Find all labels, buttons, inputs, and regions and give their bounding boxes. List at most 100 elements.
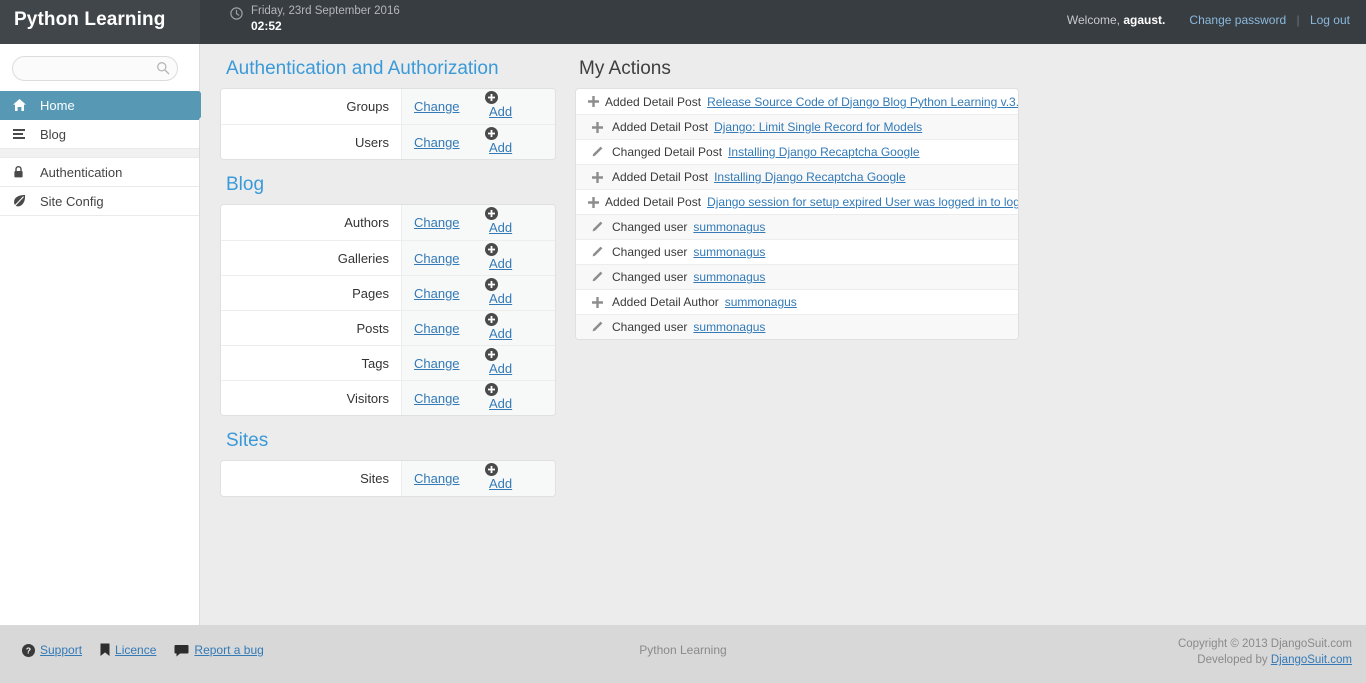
change-cell: Change <box>401 345 481 380</box>
list-icon <box>12 128 32 141</box>
sidebar-search-wrap <box>0 44 199 91</box>
plus-circle-icon <box>485 91 554 104</box>
header-separator: | <box>1296 13 1299 27</box>
plus-icon <box>588 96 599 107</box>
footer-copyright: Copyright © 2013 DjangoSuit.com Develope… <box>1178 636 1352 668</box>
search-input[interactable] <box>12 56 178 81</box>
sidebar-item-home[interactable]: Home <box>0 91 199 120</box>
change-link[interactable]: Change <box>414 251 460 266</box>
add-link[interactable]: Add <box>489 140 512 155</box>
username-label: agaust. <box>1123 13 1165 27</box>
add-cell: Add <box>481 89 555 124</box>
change-cell: Change <box>401 240 481 275</box>
action-link[interactable]: summonagus <box>693 245 765 259</box>
welcome-text: Welcome, <box>1067 13 1120 27</box>
list-item[interactable]: Added Detail Post Django: Limit Single R… <box>576 114 1018 139</box>
pencil-icon <box>588 271 606 283</box>
my-actions-list: Added Detail Post Release Source Code of… <box>575 88 1019 340</box>
change-link[interactable]: Change <box>414 135 460 150</box>
lock-icon <box>12 165 32 179</box>
add-link[interactable]: Add <box>489 104 512 119</box>
list-item[interactable]: Added Detail Post Release Source Code of… <box>576 89 1018 114</box>
plus-circle-icon <box>485 348 554 361</box>
sidebar-item-blog[interactable]: Blog <box>0 120 199 149</box>
add-link[interactable]: Add <box>489 256 512 271</box>
footer: ? Support Licence Report a bug Python Le… <box>0 625 1366 683</box>
action-label: Changed user <box>612 245 687 259</box>
action-link[interactable]: Release Source Code of Django Blog Pytho… <box>707 95 1019 109</box>
table-row: Groups Change Add <box>221 89 555 124</box>
plus-icon <box>588 297 606 308</box>
action-link[interactable]: summonagus <box>693 320 765 334</box>
change-cell: Change <box>401 310 481 345</box>
action-label: Changed Detail Post <box>612 145 722 159</box>
djangosuit-link[interactable]: DjangoSuit.com <box>1271 654 1352 666</box>
action-label: Added Detail Post <box>612 120 708 134</box>
add-cell: Add <box>481 205 555 240</box>
home-icon <box>12 98 32 112</box>
action-label: Added Detail Author <box>612 295 719 309</box>
add-cell: Add <box>481 345 555 380</box>
change-password-link[interactable]: Change password <box>1189 13 1286 27</box>
plus-icon <box>588 172 606 183</box>
list-item[interactable]: Changed Detail Post Installing Django Re… <box>576 139 1018 164</box>
add-cell: Add <box>481 240 555 275</box>
change-link[interactable]: Change <box>414 321 460 336</box>
change-link[interactable]: Change <box>414 286 460 301</box>
list-item[interactable]: Added Detail Post Django session for set… <box>576 189 1018 214</box>
list-item[interactable]: Added Detail Author summonagus <box>576 289 1018 314</box>
list-item[interactable]: Changed user summonagus <box>576 314 1018 339</box>
change-link[interactable]: Change <box>414 471 460 486</box>
add-link[interactable]: Add <box>489 476 512 491</box>
module-table-auth: Groups Change Add Users Change Add <box>220 88 556 160</box>
sidebar-divider <box>0 149 199 158</box>
table-row: Sites Change Add <box>221 461 555 496</box>
action-link[interactable]: summonagus <box>693 220 765 234</box>
list-item[interactable]: Changed user summonagus <box>576 239 1018 264</box>
model-name: Groups <box>221 89 401 124</box>
change-cell: Change <box>401 124 481 159</box>
list-item[interactable]: Changed user summonagus <box>576 264 1018 289</box>
header-user-tools: Welcome, agaust. . Change password | Log… <box>1067 13 1350 27</box>
action-link[interactable]: Django session for setup expired User wa… <box>707 195 1019 209</box>
sidebar-item-authentication[interactable]: Authentication <box>0 158 199 187</box>
change-cell: Change <box>401 275 481 310</box>
add-cell: Add <box>481 461 555 496</box>
add-link[interactable]: Add <box>489 361 512 376</box>
action-link[interactable]: Installing Django Recaptcha Google <box>714 170 905 184</box>
add-link[interactable]: Add <box>489 291 512 306</box>
action-link[interactable]: summonagus <box>725 295 797 309</box>
copyright-text: Copyright © 2013 DjangoSuit.com <box>1178 636 1352 652</box>
add-link[interactable]: Add <box>489 396 512 411</box>
table-row: Tags Change Add <box>221 345 555 380</box>
add-cell: Add <box>481 275 555 310</box>
add-link[interactable]: Add <box>489 326 512 341</box>
developed-by-text: Developed by <box>1197 654 1267 666</box>
logout-link[interactable]: Log out <box>1310 13 1350 27</box>
header-time: 02:52 <box>251 20 400 33</box>
change-link[interactable]: Change <box>414 356 460 371</box>
module-title-auth: Authentication and Authorization <box>226 58 560 80</box>
list-item[interactable]: Added Detail Post Installing Django Reca… <box>576 164 1018 189</box>
main-content: Authentication and Authorization Groups … <box>201 44 1366 625</box>
my-actions-title: My Actions <box>579 58 1019 80</box>
plus-circle-icon <box>485 207 554 220</box>
brand-title: Python Learning <box>14 9 165 31</box>
change-link[interactable]: Change <box>414 391 460 406</box>
clock-icon <box>230 7 243 20</box>
change-link[interactable]: Change <box>414 99 460 114</box>
footer-site-name: Python Learning <box>0 643 1366 657</box>
add-link[interactable]: Add <box>489 220 512 235</box>
change-link[interactable]: Change <box>414 215 460 230</box>
action-link[interactable]: Installing Django Recaptcha Google <box>728 145 919 159</box>
header-date: Friday, 23rd September 2016 <box>251 5 400 18</box>
module-table-blog: Authors Change Add Galleries Change Add … <box>220 204 556 416</box>
model-name: Pages <box>221 275 401 310</box>
sidebar-item-site-config[interactable]: Site Config <box>0 187 199 216</box>
action-link[interactable]: summonagus <box>693 270 765 284</box>
module-title-blog: Blog <box>226 174 560 196</box>
table-row: Pages Change Add <box>221 275 555 310</box>
action-link[interactable]: Django: Limit Single Record for Models <box>714 120 922 134</box>
list-item[interactable]: Changed user summonagus <box>576 214 1018 239</box>
pencil-icon <box>588 221 606 233</box>
